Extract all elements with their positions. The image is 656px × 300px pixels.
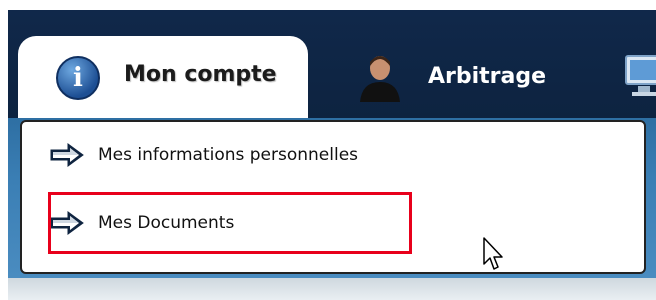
monitor-icon[interactable] [622, 52, 656, 98]
menu-item-informations-personnelles[interactable]: Mes informations personnelles [50, 142, 358, 168]
mouse-cursor-icon [483, 237, 503, 270]
arrow-right-icon [50, 143, 84, 167]
tab-label: Arbitrage [428, 64, 547, 89]
tab-label: Mon compte [124, 62, 277, 87]
account-dropdown-menu: Mes informations personnelles Mes Docume… [20, 120, 646, 274]
menu-item-label: Mes informations personnelles [98, 145, 359, 165]
info-icon: i [56, 56, 100, 100]
highlight-box [48, 192, 412, 254]
content-area-strip [8, 278, 656, 300]
tab-mon-compte[interactable]: i Mon compte [18, 36, 308, 118]
person-icon [360, 56, 400, 102]
